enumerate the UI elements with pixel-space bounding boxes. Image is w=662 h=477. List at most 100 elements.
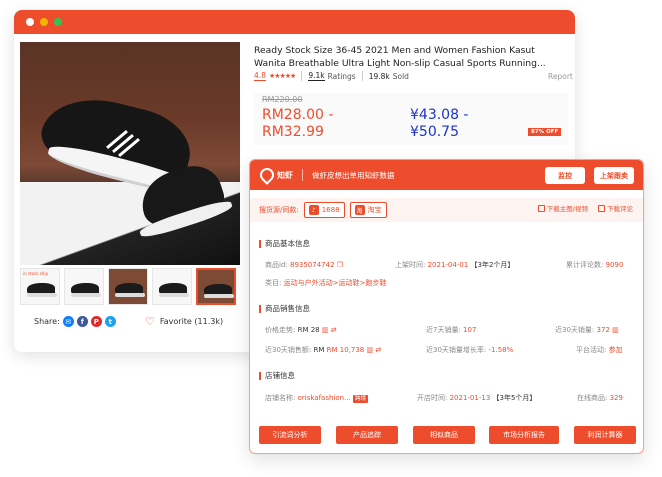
profit-calculator-button[interactable]: 利润计算器 [574,426,636,444]
cross-border-tag: 跨境 [352,395,368,403]
revenue-30d-label: 近30天销售额: [265,346,312,354]
download-media-label: 下载主图/视频 [546,205,588,213]
plugin-logo: 知虾 [257,165,293,185]
thumbnail-sole [204,294,234,298]
price-trend-value: RM 28 [297,326,320,334]
review-count-value: 9090 [605,261,624,269]
platform-activity-value: 参加 [608,346,623,354]
favorite-button[interactable]: ♡ Favorite (11.3k) [145,315,223,328]
comment-icon [598,205,605,212]
thumbnail[interactable]: in stock ship [20,268,60,305]
shop-name-label: 店铺名称: [265,394,296,402]
bar-chart-icon[interactable]: ▥ [367,346,374,354]
twitter-icon[interactable]: t [104,316,116,327]
monitor-button[interactable]: 监控 [545,167,585,184]
product-tracking-button[interactable]: 产品追踪 [336,426,398,444]
thumbnail-sole [27,293,57,297]
main-product-image[interactable] [20,42,240,265]
similar-products-button[interactable]: 相似商品 [413,426,475,444]
ratings-count[interactable]: 9.1k [308,71,325,81]
facebook-icon[interactable]: f [76,316,88,327]
section-title: 商品销售信息 [265,304,310,313]
section-marker [259,371,261,380]
online-products-label: 在线商品: [577,394,608,402]
category-path-link[interactable]: 运动与户外活动>运动鞋>跑步鞋 [284,279,387,287]
thumbnail-tag: in stock ship [23,271,49,276]
section-sales-info: 商品销售信息 [259,303,310,314]
download-links: 下载主图/视频 下载评论 [537,203,633,213]
thumbnail[interactable] [64,268,104,305]
shop-name-link[interactable]: oriskafashion... [298,394,351,402]
review-count-label: 累计评论数: [566,261,604,269]
search-taobao-button[interactable]: 淘 淘宝 [349,202,387,218]
thumbnail-sole [71,293,101,297]
bar-chart-icon[interactable]: ▥ [612,326,619,334]
growth-30d-label: 近30天销量增长率: [426,346,487,354]
product-id-row: 商品id: 8935074742 ❐ [265,260,343,270]
product-id-label: 商品id: [265,261,288,269]
maximize-window-dot[interactable] [54,18,62,26]
window-titlebar [14,10,575,34]
swap-icon[interactable]: ⇄ [331,326,337,334]
section-shop-info: 店铺信息 [259,370,295,381]
thumbnail-sole [159,293,189,297]
section-marker [259,304,261,313]
report-link[interactable]: Report [548,72,573,81]
favorite-label: Favorite (11.3k) [159,317,224,326]
thumbnail[interactable] [152,268,192,305]
shop-open-row: 开店时间: 2021-01-13 【3年5个月】 [417,393,536,403]
share-row: Share: ✉ f P t [34,316,116,327]
revenue-30d-value: RM 10,738 [326,346,365,354]
image-icon [537,205,545,212]
minimize-window-dot[interactable] [40,18,48,26]
divider [361,71,363,81]
shop-open-label: 开店时间: [417,394,448,402]
close-window-dot[interactable] [26,18,34,26]
sales-30d-label: 近30天销量: [555,326,595,334]
source-search-label: 搜货源/同款: [259,206,299,214]
bar-chart-icon[interactable]: ▥ [322,326,329,334]
source-search-row: 搜货源/同款: ♪ 1688 淘 淘宝 下载主图/视频 下载评论 [250,198,643,222]
sales-30d-value: 372 [596,326,610,334]
rating-value[interactable]: 4.8 [254,71,266,81]
price-trend-row: 价格走势: RM 28 ▥ ⇄ [265,325,337,335]
online-products-value: 329 [609,394,623,402]
search-1688-button[interactable]: ♪ 1688 [303,202,345,218]
online-products-row: 在线商品: 329 [577,393,623,403]
list-follow-sell-button[interactable]: 上架跟卖 [594,167,634,184]
traffic-keyword-analysis-button[interactable]: 引流词分析 [259,426,321,444]
category-row: 类目: 运动与户外活动>运动鞋>跑步鞋 [265,278,386,288]
taobao-icon: 淘 [354,205,365,215]
plugin-header: 知虾 做虾皮想出单用知虾数据 监控 上架跟卖 [250,160,643,190]
thumbnail-selected[interactable] [196,268,236,305]
platform-activity-label: 平台活动: [576,346,607,354]
heart-icon: ♡ [145,315,155,328]
sold-label: Sold [392,71,409,81]
thumbnail-strip: in stock ship [20,268,236,305]
price-box: RM220.00 RM28.00 - RM32.99 ¥43.08 - ¥50.… [254,93,568,145]
growth-30d-row: 近30天销量增长率: -1.58% [426,345,513,355]
product-title: Ready Stock Size 36-45 2021 Men and Wome… [254,45,546,69]
rating-row: 4.8 ★★★★★ 9.1k Ratings 19.8k Sold Report [254,71,573,81]
listed-time-value: 2021-04-01 [427,261,469,269]
search-taobao-label: 淘宝 [367,206,382,214]
rm-price: RM28.00 - RM32.99 [262,107,334,140]
section-basic-info: 商品基本信息 [259,238,310,249]
listed-duration: 【3年2个月】 [470,261,515,269]
copy-icon[interactable]: ❐ [337,261,343,269]
shop-open-value: 2021-01-13 [449,394,491,402]
review-count-row: 累计评论数: 9090 [566,260,623,270]
thumbnail[interactable] [108,268,148,305]
download-reviews-link[interactable]: 下载评论 [598,203,633,213]
plugin-logo-text: 知虾 [277,170,293,180]
1688-icon: ♪ [308,205,319,215]
listed-time-label: 上架时间: [395,261,426,269]
section-marker [259,239,261,248]
ratings-label: Ratings [327,71,356,81]
swap-icon[interactable]: ⇄ [375,346,381,354]
shrimp-logo-icon [257,165,277,185]
messenger-icon[interactable]: ✉ [62,316,74,327]
market-report-button[interactable]: 市场分析报告 [489,426,559,444]
download-media-link[interactable]: 下载主图/视频 [537,203,588,213]
pinterest-icon[interactable]: P [90,316,102,327]
